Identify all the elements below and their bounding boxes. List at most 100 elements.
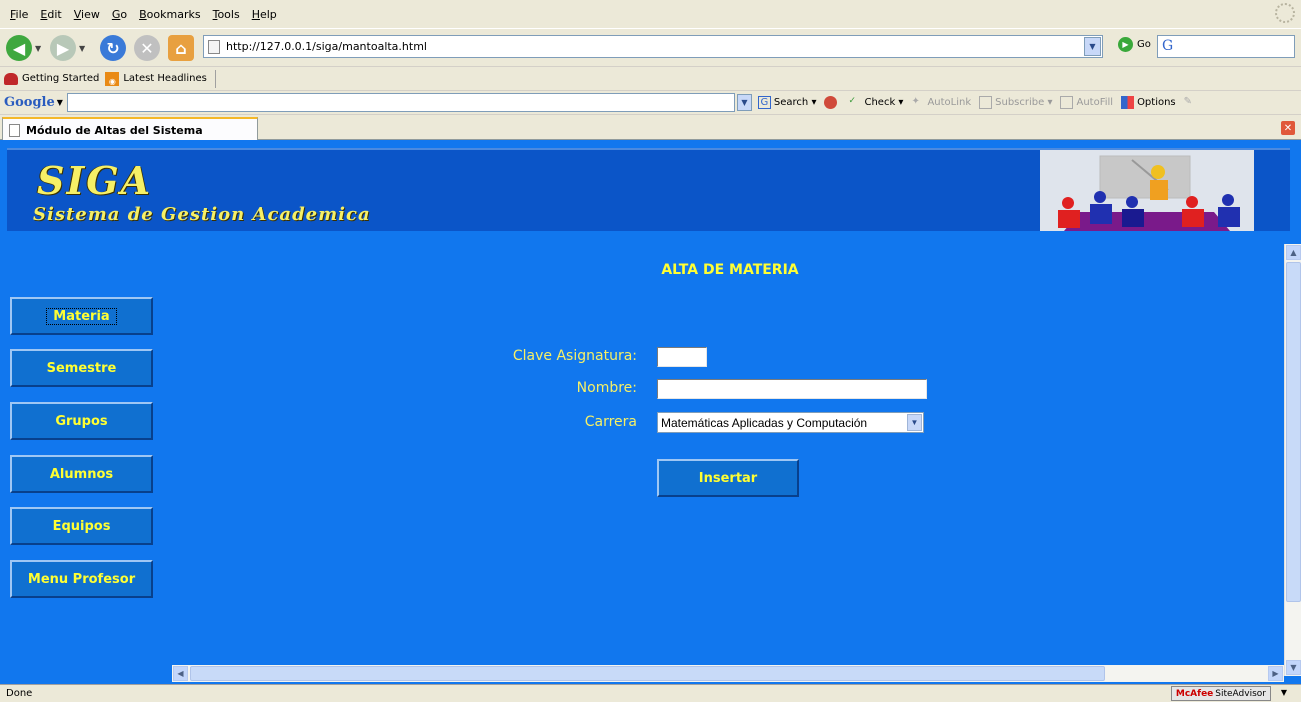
go-arrow-icon: ▶ [1118, 37, 1133, 52]
check-label: Check [864, 97, 896, 108]
sidebar-button-menu-profesor[interactable]: Menu Profesor [10, 560, 153, 598]
menu-edit[interactable]: Edit [34, 8, 67, 21]
vertical-scroll-thumb[interactable] [1286, 262, 1301, 602]
siteadvisor-product: SiteAdvisor [1215, 688, 1266, 699]
rss-feed-icon: ◉ [105, 71, 120, 86]
carrera-selected-value: Matemáticas Aplicadas y Computación [661, 415, 868, 430]
spell-check-button[interactable]: ✓ Check ▾ [848, 96, 903, 109]
logo-subtitle: Sistema de Gestion Academica [33, 204, 371, 225]
autofill-button[interactable]: AutoFill [1060, 96, 1113, 109]
chevron-down-icon[interactable]: ▼ [1084, 37, 1101, 56]
autolink-button[interactable]: ✦ AutoLink [911, 96, 971, 109]
nombre-label: Nombre: [576, 380, 637, 396]
google-logo[interactable]: Google [4, 95, 55, 110]
home-button[interactable]: ⌂ [168, 34, 194, 62]
vertical-scrollbar[interactable]: ▲ ▼ [1284, 244, 1301, 676]
scroll-left-icon[interactable]: ◀ [173, 666, 188, 681]
chevron-down-icon[interactable]: ▼ [57, 98, 63, 107]
scroll-down-icon[interactable]: ▼ [1286, 660, 1301, 675]
toolbar-divider [214, 69, 216, 88]
google-search-button[interactable]: G Search ▾ [757, 96, 816, 109]
chevron-down-icon[interactable]: ▼ [736, 94, 752, 111]
horizontal-scrollbar[interactable]: ◀ ▶ [172, 665, 1284, 682]
menu-help[interactable]: Help [246, 8, 283, 21]
page-title: ALTA DE MATERIA [661, 262, 799, 278]
sidebar-button-label: Alumnos [49, 466, 114, 482]
scroll-right-icon[interactable]: ▶ [1268, 666, 1283, 681]
clave-asignatura-label: Clave Asignatura: [512, 348, 637, 364]
forward-button[interactable]: ▶ ▼ [50, 34, 85, 62]
google-g-icon: G [757, 96, 771, 109]
clave-asignatura-input[interactable] [657, 347, 707, 367]
nombre-input[interactable] [657, 379, 927, 399]
classroom-illustration [1040, 150, 1254, 231]
page-icon [208, 39, 220, 54]
insertar-label: Insertar [698, 470, 758, 486]
menu-tools[interactable]: Tools [207, 8, 246, 21]
carrera-select[interactable]: Matemáticas Aplicadas y Computación ▼ [657, 412, 924, 433]
page-icon [9, 123, 20, 137]
stop-button[interactable]: ✕ [134, 34, 160, 62]
pagerank-button[interactable] [824, 96, 840, 109]
options-label: Options [1137, 97, 1176, 108]
stop-icon: ✕ [134, 35, 160, 61]
menu-view[interactable]: View [68, 8, 106, 21]
bookmark-label: Latest Headlines [123, 73, 207, 84]
carrera-label: Carrera [584, 414, 637, 430]
subscribe-label: Subscribe [995, 97, 1045, 108]
horizontal-scroll-thumb[interactable] [190, 666, 1105, 681]
tab-active[interactable]: Módulo de Altas del Sistema [2, 117, 258, 141]
sidebar-button-equipos[interactable]: Equipos [10, 507, 153, 545]
sidebar-button-label: Semestre [46, 360, 117, 376]
chevron-down-icon[interactable]: ▼ [907, 414, 922, 431]
siteadvisor-button[interactable]: McAfee SiteAdvisor [1170, 686, 1271, 701]
back-button[interactable]: ◀ ▼ [6, 34, 41, 62]
insertar-button[interactable]: Insertar [657, 459, 799, 497]
scroll-up-icon[interactable]: ▲ [1286, 245, 1301, 260]
spell-check-icon: ✓ [848, 96, 857, 106]
reload-icon: ↻ [100, 35, 126, 61]
sidebar-button-label: Materia [46, 307, 117, 325]
throbber-icon [1275, 3, 1295, 23]
menu-bookmarks[interactable]: Bookmarks [133, 8, 206, 21]
bookmark-getting-started[interactable]: Getting Started [4, 72, 99, 85]
menu-file[interactable]: File [4, 8, 34, 21]
search-engine-box[interactable]: G [1157, 35, 1295, 58]
url-input[interactable] [226, 40, 1084, 53]
chevron-down-icon[interactable]: ▼ [1281, 688, 1287, 697]
sidebar-button-materia[interactable]: Materia [10, 297, 153, 335]
go-button[interactable]: ▶ Go [1118, 37, 1151, 52]
sidebar-button-alumnos[interactable]: Alumnos [10, 455, 153, 493]
google-search-input[interactable] [66, 93, 735, 112]
sidebar-button-grupos[interactable]: Grupos [10, 402, 153, 440]
sidebar-button-semestre[interactable]: Semestre [10, 349, 153, 387]
tab-bar: Módulo de Altas del Sistema ✕ [0, 114, 1301, 141]
pagerank-icon [824, 96, 838, 109]
close-tab-icon[interactable]: ✕ [1281, 121, 1295, 135]
autolink-icon: ✦ [911, 96, 920, 107]
sidebar-button-label: Equipos [52, 518, 111, 534]
menu-go[interactable]: Go [106, 8, 133, 21]
google-toolbar: Google ▼ ▼ G Search ▾ ✓ Check ▾ ✦ AutoLi… [0, 90, 1301, 114]
autolink-label: AutoLink [927, 97, 972, 108]
options-icon [1121, 96, 1135, 109]
bookmarks-toolbar: Getting Started ◉ Latest Headlines [0, 66, 1301, 90]
autofill-label: AutoFill [1076, 97, 1114, 108]
home-icon: ⌂ [168, 35, 194, 61]
siteadvisor-brand: McAfee [1175, 688, 1214, 699]
chevron-down-icon[interactable]: ▼ [35, 44, 41, 53]
firefox-icon [4, 72, 18, 85]
bookmark-latest-headlines[interactable]: ◉ Latest Headlines [105, 71, 207, 86]
chevron-down-icon[interactable]: ▼ [79, 44, 85, 53]
reload-button[interactable]: ↻ [100, 34, 126, 62]
highlight-button[interactable]: ✎ [1184, 96, 1200, 109]
subscribe-button[interactable]: Subscribe ▾ [979, 96, 1052, 109]
classroom-graphic [1040, 150, 1254, 231]
address-bar: ▼ [203, 35, 1103, 58]
go-label: Go [1137, 39, 1151, 50]
options-button[interactable]: Options [1121, 96, 1176, 109]
tab-title: Módulo de Altas del Sistema [26, 123, 203, 137]
search-label: Search [773, 97, 809, 108]
sidebar-button-label: Grupos [55, 413, 108, 429]
autofill-icon [1060, 96, 1074, 109]
